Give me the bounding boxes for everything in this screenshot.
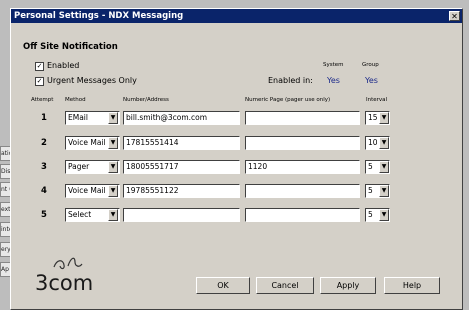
- 3com-logo: 3com: [35, 271, 94, 295]
- attempt-number: 5: [41, 210, 47, 220]
- cancel-button[interactable]: Cancel: [256, 277, 314, 294]
- urgent-only-label: Urgent Messages Only: [47, 76, 137, 85]
- method-value: Voice Mail: [68, 138, 106, 147]
- interval-value: 10: [368, 138, 378, 147]
- method-value: Voice Mail: [68, 186, 106, 195]
- 3com-swoosh-icon: [53, 257, 83, 270]
- attempt-number: 2: [41, 138, 47, 148]
- method-column-header: Method: [65, 97, 86, 103]
- dialog-title: Personal Settings - NDX Messaging: [14, 11, 184, 21]
- attempt-number: 3: [41, 162, 47, 172]
- interval-column-header: Interval: [366, 97, 388, 103]
- chevron-down-icon[interactable]: ▼: [379, 137, 389, 149]
- interval-value: 5: [368, 162, 373, 171]
- chevron-down-icon[interactable]: ▼: [379, 161, 389, 173]
- number-address-field[interactable]: 19785551122: [123, 184, 240, 198]
- system-enabled-value: Yes: [327, 76, 340, 85]
- interval-value: 15: [368, 113, 378, 122]
- interval-value: 5: [368, 210, 373, 219]
- numeric-page-field[interactable]: [245, 208, 360, 222]
- method-value: Select: [68, 210, 92, 219]
- chevron-down-icon[interactable]: ▼: [108, 209, 118, 221]
- attempt-number: 4: [41, 186, 47, 196]
- numeric-page-field[interactable]: [245, 136, 360, 150]
- check-icon: ✓: [36, 62, 43, 70]
- apply-button[interactable]: Apply: [320, 277, 376, 294]
- check-icon: ✓: [36, 77, 43, 85]
- chevron-down-icon[interactable]: ▼: [379, 112, 389, 124]
- method-value: Pager: [68, 162, 90, 171]
- method-value: EMail: [68, 113, 88, 122]
- urgent-only-checkbox[interactable]: ✓: [35, 77, 44, 86]
- chevron-down-icon[interactable]: ▼: [108, 161, 118, 173]
- attempt-number: 1: [41, 113, 47, 123]
- enabled-in-label: Enabled in:: [268, 76, 313, 85]
- ok-button[interactable]: OK: [196, 277, 250, 294]
- page-column-header: Numeric Page (pager use only): [245, 97, 331, 103]
- title-bar[interactable]: Personal Settings - NDX Messaging ✕: [11, 9, 462, 23]
- chevron-down-icon[interactable]: ▼: [379, 209, 389, 221]
- personal-settings-dialog: Personal Settings - NDX Messaging ✕ Off …: [10, 8, 463, 310]
- enabled-checkbox[interactable]: ✓: [35, 62, 44, 71]
- number-address-field[interactable]: 17815551414: [123, 136, 240, 150]
- close-button[interactable]: ✕: [449, 11, 460, 21]
- numeric-page-field[interactable]: 1120: [245, 160, 360, 174]
- number-address-field[interactable]: bill.smith@3com.com: [123, 111, 240, 125]
- chevron-down-icon[interactable]: ▼: [108, 185, 118, 197]
- section-title: Off Site Notification: [23, 42, 118, 52]
- attempt-column-header: Attempt: [31, 97, 54, 103]
- chevron-down-icon[interactable]: ▼: [379, 185, 389, 197]
- group-enabled-value: Yes: [365, 76, 378, 85]
- help-button[interactable]: Help: [384, 277, 440, 294]
- number-column-header: Number/Address: [123, 97, 169, 103]
- system-header: System: [323, 62, 344, 68]
- group-header: Group: [362, 62, 379, 68]
- chevron-down-icon[interactable]: ▼: [108, 112, 118, 124]
- chevron-down-icon[interactable]: ▼: [108, 137, 118, 149]
- numeric-page-field[interactable]: [245, 184, 360, 198]
- enabled-label: Enabled: [47, 61, 80, 70]
- number-address-field[interactable]: 18005551717: [123, 160, 240, 174]
- numeric-page-field[interactable]: [245, 111, 360, 125]
- number-address-field[interactable]: [123, 208, 240, 222]
- close-icon: ✕: [451, 12, 458, 21]
- interval-value: 5: [368, 186, 373, 195]
